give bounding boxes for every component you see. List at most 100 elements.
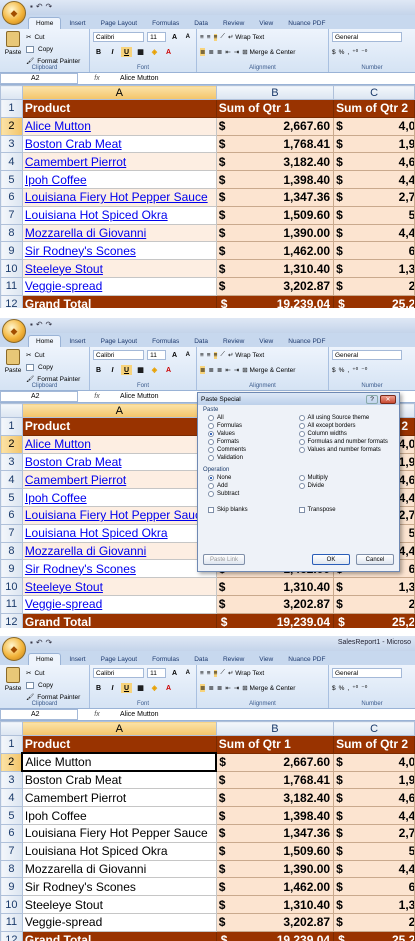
product-cell[interactable]: Louisiana Hot Spiced Okra — [21, 205, 217, 225]
number-format-select[interactable]: General — [332, 32, 402, 42]
fill-color-icon[interactable]: ◈ — [149, 47, 160, 57]
row-header[interactable]: 10 — [0, 895, 23, 914]
row-header[interactable]: 9 — [0, 877, 23, 897]
qtr2-cell[interactable]: $4,01 — [333, 116, 415, 136]
office-button[interactable]: ◆ — [2, 637, 26, 661]
paste-option-column-widths[interactable]: Column widths — [298, 431, 390, 437]
tab-formulas[interactable]: Formulas — [145, 18, 186, 29]
increase-decimal-icon[interactable]: ⁺⁰ — [352, 684, 358, 692]
decrease-decimal-icon[interactable]: ⁻⁰ — [361, 684, 367, 692]
qtr1-cell[interactable]: $3,202.87 — [215, 912, 335, 932]
comma-button[interactable]: , — [347, 49, 349, 56]
qtr1-cell[interactable]: $1,310.40 — [215, 259, 335, 278]
align-bottom-icon[interactable]: ≡ — [213, 351, 218, 359]
tab-view[interactable]: View — [252, 18, 280, 29]
comma-button[interactable]: , — [347, 367, 349, 374]
font-name-select[interactable]: Calibri — [93, 350, 145, 360]
name-box[interactable]: A2 — [0, 709, 78, 720]
name-box[interactable]: A2 — [0, 73, 78, 84]
select-all-corner[interactable] — [0, 85, 23, 100]
bold-button[interactable]: B — [93, 365, 104, 375]
tab-nuance-pdf[interactable]: Nuance PDF — [281, 654, 332, 665]
paste-option-comments[interactable]: Comments — [208, 447, 299, 453]
redo-icon[interactable]: ↷ — [46, 2, 53, 11]
column-header-b[interactable]: B — [215, 721, 335, 736]
qtr1-cell[interactable]: $3,202.87 — [215, 276, 335, 296]
tab-home[interactable]: Home — [28, 335, 62, 347]
tab-page-layout[interactable]: Page Layout — [94, 654, 145, 665]
row-header[interactable]: 8 — [0, 223, 23, 243]
product-cell[interactable]: Alice Mutton — [21, 116, 217, 136]
column-header-a[interactable]: A — [21, 403, 217, 418]
font-size-select[interactable]: 11 — [147, 668, 167, 678]
row-header[interactable]: 4 — [0, 470, 23, 490]
tab-page-layout[interactable]: Page Layout — [94, 18, 145, 29]
font-color-icon[interactable]: A — [163, 47, 174, 57]
qtr2-cell[interactable]: $4,68 — [333, 788, 415, 808]
column-header-a[interactable]: A — [21, 721, 217, 736]
product-cell[interactable]: Camembert Pierrot — [21, 470, 217, 490]
paste-button[interactable]: Paste — [3, 31, 23, 63]
row-header[interactable]: 11 — [0, 594, 23, 614]
grand-total-qtr1[interactable]: $19,239.04 — [215, 930, 335, 941]
grand-total-label[interactable]: Grand Total — [21, 930, 217, 941]
merge-center-button[interactable]: ⊞ Merge & Center — [242, 48, 295, 56]
paste-option-formulas-number-formats[interactable]: Formulas and number formats — [298, 439, 390, 445]
orientation-icon[interactable]: ⟋ — [220, 33, 225, 41]
product-cell[interactable]: Ipoh Coffee — [21, 488, 217, 507]
wrap-text-button[interactable]: ↵ Wrap Text — [228, 669, 264, 677]
qtr1-cell[interactable]: $3,182.40 — [215, 788, 335, 808]
paste-option-all[interactable]: All — [208, 415, 299, 421]
row-header[interactable]: 12 — [0, 612, 23, 628]
header-cell-qtr1[interactable]: Sum of Qtr 1 — [215, 735, 335, 754]
fill-color-icon[interactable]: ◈ — [149, 365, 160, 375]
qtr2-cell[interactable]: $2,75 — [333, 823, 415, 843]
paste-option-all-except-borders[interactable]: All except borders — [298, 423, 390, 429]
row-header[interactable]: 6 — [0, 823, 23, 843]
paste-option-all-source-theme[interactable]: All using Source theme — [298, 415, 390, 421]
product-cell[interactable]: Mozzarella di Giovanni — [21, 223, 217, 243]
font-size-select[interactable]: 11 — [147, 32, 167, 42]
tab-nuance-pdf[interactable]: Nuance PDF — [281, 336, 332, 347]
underline-button[interactable]: U — [121, 47, 132, 57]
currency-button[interactable]: $ — [332, 49, 336, 56]
office-button[interactable]: ◆ — [2, 319, 26, 343]
grand-total-qtr1[interactable]: $19,239.04 — [215, 294, 335, 308]
row-header[interactable]: 7 — [0, 841, 23, 861]
align-right-icon[interactable]: ≣ — [217, 684, 222, 692]
save-icon[interactable]: ▪ — [30, 2, 33, 11]
cut-button[interactable]: ✂ Cut — [26, 31, 80, 43]
align-left-icon[interactable]: ≣ — [200, 366, 206, 374]
fill-color-icon[interactable]: ◈ — [149, 683, 160, 693]
tab-home[interactable]: Home — [28, 653, 62, 665]
paste-option-validation[interactable]: Validation — [208, 455, 299, 461]
product-cell[interactable]: Louisiana Hot Spiced Okra — [21, 841, 217, 861]
name-box[interactable]: A2 — [0, 391, 78, 402]
row-header[interactable]: 1 — [0, 99, 23, 118]
qtr2-cell[interactable]: $26 — [333, 276, 415, 296]
product-cell[interactable]: Sir Rodney's Scones — [21, 241, 217, 261]
row-header[interactable]: 2 — [0, 116, 23, 136]
wrap-text-button[interactable]: ↵ Wrap Text — [228, 351, 264, 359]
cancel-button[interactable]: Cancel — [356, 554, 394, 565]
fx-button[interactable]: fx — [78, 75, 116, 82]
borders-icon[interactable]: ▦ — [135, 683, 146, 693]
row-header[interactable]: 6 — [0, 187, 23, 207]
qtr2-cell[interactable]: $26 — [333, 912, 415, 932]
qtr1-cell[interactable]: $1,310.40 — [215, 895, 335, 914]
product-cell[interactable]: Sir Rodney's Scones — [21, 877, 217, 897]
product-cell[interactable]: Mozzarella di Giovanni — [21, 541, 217, 561]
percent-button[interactable]: % — [339, 685, 345, 692]
qtr2-cell[interactable]: $4,48 — [333, 859, 415, 879]
row-header[interactable]: 4 — [0, 152, 23, 172]
merge-center-button[interactable]: ⊞ Merge & Center — [242, 684, 295, 692]
qtr1-cell[interactable]: $3,182.40 — [215, 152, 335, 172]
font-size-select[interactable]: 11 — [147, 350, 167, 360]
font-color-icon[interactable]: A — [163, 683, 174, 693]
column-header-c[interactable]: C — [333, 85, 415, 100]
product-cell[interactable]: Boston Crab Meat — [21, 770, 217, 790]
product-cell[interactable]: Camembert Pierrot — [21, 152, 217, 172]
formula-input[interactable]: Alice Mutton — [116, 393, 159, 400]
tab-page-layout[interactable]: Page Layout — [94, 336, 145, 347]
formula-input[interactable]: Alice Mutton — [116, 75, 159, 82]
